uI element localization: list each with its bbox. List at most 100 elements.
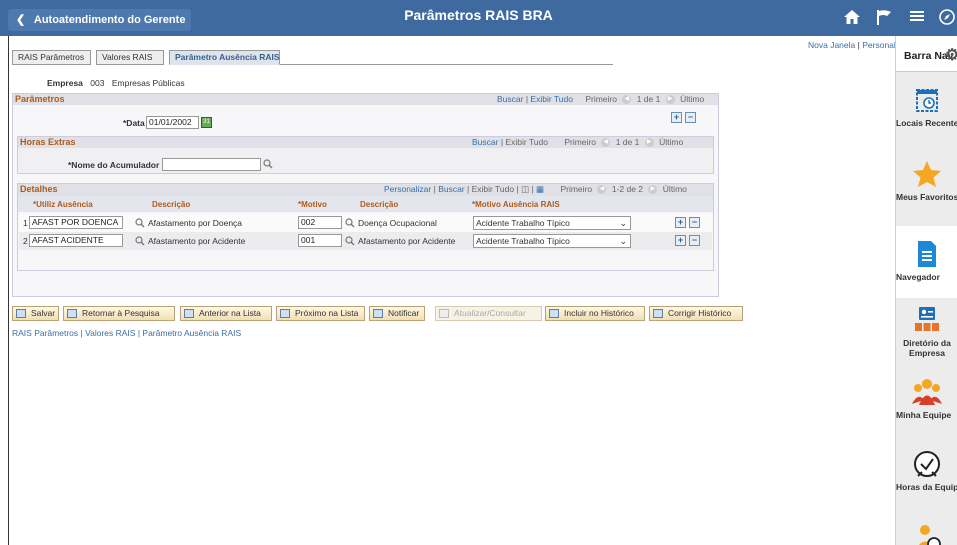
new-window-link[interactable]: Nova Janela: [808, 40, 855, 50]
horas-show-all-link[interactable]: Exibir Tudo: [505, 137, 548, 147]
motivo-input[interactable]: 001: [298, 234, 342, 247]
horas-counter: 1 de 1: [615, 137, 640, 147]
save-button[interactable]: Salvar: [12, 306, 59, 321]
col-motivo[interactable]: *Motivo: [298, 200, 327, 209]
include-history-button[interactable]: Incluir no Histórico: [545, 306, 645, 321]
prev-arrow-icon[interactable]: ◀: [622, 95, 632, 105]
parametros-last-link[interactable]: Último: [680, 94, 704, 104]
col-utiliz-ausencia[interactable]: *Utiliz Ausência: [33, 200, 93, 209]
parametros-first-link[interactable]: Primeiro: [585, 94, 617, 104]
home-icon[interactable]: [842, 8, 862, 28]
zoom-icon[interactable]: ◫: [521, 184, 529, 194]
acumulador-input[interactable]: [162, 158, 261, 171]
save-button-label: Salvar: [31, 308, 56, 318]
utiliz-ausencia-input[interactable]: AFAST ACIDENTE: [29, 234, 123, 247]
delete-row-button[interactable]: −: [689, 235, 700, 246]
link-separator: |: [857, 40, 860, 50]
top-header-bar: ❮ Autoatendimento do Gerente Parâmetros …: [0, 0, 957, 36]
col-descricao-2[interactable]: Descrição: [360, 200, 398, 209]
correct-history-button[interactable]: Corrigir Histórico: [649, 306, 743, 321]
lookup-icon[interactable]: [345, 218, 355, 228]
tile-minha-equipe[interactable]: Minha Equipe: [896, 378, 957, 438]
detalhes-counter: 1-2 de 2: [611, 184, 644, 194]
delete-row-button[interactable]: −: [685, 112, 696, 123]
prev-arrow-icon[interactable]: ◀: [597, 185, 607, 195]
lookup-icon[interactable]: [263, 159, 273, 169]
lookup-icon[interactable]: [135, 218, 145, 228]
grid-header-row: *Utiliz Ausência Descrição *Motivo Descr…: [18, 196, 713, 212]
tab-rais-parametros[interactable]: RAIS Parâmetros: [12, 50, 91, 65]
next-in-list-button[interactable]: Próximo na Lista: [276, 306, 365, 321]
previous-button-label: Anterior na Lista: [199, 308, 261, 318]
tile-navegador[interactable]: Navegador: [896, 226, 957, 298]
horas-extras-section: Horas Extras Buscar | Exibir Tudo Primei…: [17, 136, 714, 174]
col-descricao-1[interactable]: Descrição: [152, 200, 190, 209]
empresa-info: Empresa 003 Empresas Públicas: [47, 78, 185, 88]
prev-arrow-icon[interactable]: ◀: [601, 138, 611, 148]
parametros-search-link[interactable]: Buscar: [497, 94, 523, 104]
tile-more[interactable]: [896, 524, 957, 545]
add-row-button[interactable]: +: [675, 217, 686, 228]
clock-icon: [914, 451, 940, 477]
nav-bar-title: Barra Nav ⚙: [896, 36, 957, 72]
previous-in-list-button[interactable]: Anterior na Lista: [180, 306, 272, 321]
next-arrow-icon[interactable]: ▶: [665, 95, 675, 105]
lookup-icon[interactable]: [345, 236, 355, 246]
motivo-ausencia-rais-select[interactable]: Acidente Trabalho Típico ⌄: [473, 216, 631, 230]
col-motivo-ausencia-rais[interactable]: *Motivo Ausência RAIS: [472, 200, 560, 209]
motivo-input[interactable]: 002: [298, 216, 342, 229]
calendar-icon[interactable]: 31: [201, 117, 212, 128]
detalhes-search-link[interactable]: Buscar: [438, 184, 464, 194]
top-links: Nova Janela | Personalizar Página: [808, 40, 895, 50]
descricao-1-cell: Afastamento por Doença: [148, 218, 243, 228]
lookup-icon[interactable]: [135, 236, 145, 246]
tile-meus-favoritos[interactable]: Meus Favoritos: [896, 160, 957, 212]
download-grid-icon[interactable]: ▦: [536, 184, 544, 194]
descricao-2-cell: Doença Ocupacional: [358, 218, 437, 228]
flag-icon[interactable]: [874, 8, 894, 28]
tile-locais-recentes[interactable]: Locais Recentes: [896, 86, 957, 146]
update-button-label: Atualizar/Consultar: [454, 308, 526, 318]
footer-link-parametro-ausencia[interactable]: Parâmetro Ausência RAIS: [142, 328, 241, 338]
parametros-counter: 1 de 1: [636, 94, 661, 104]
motivo-ausencia-rais-select[interactable]: Acidente Trabalho Típico ⌄: [473, 234, 631, 248]
next-arrow-icon[interactable]: ▶: [644, 138, 654, 148]
detalhes-first-link[interactable]: Primeiro: [560, 184, 592, 194]
tile-diretorio-empresa[interactable]: Diretório da Empresa: [896, 306, 957, 376]
personalize-page-link[interactable]: Personalizar Página: [862, 40, 895, 50]
tile-horas-equipe[interactable]: Horas da Equipe: [896, 450, 957, 510]
horas-last-link[interactable]: Último: [659, 137, 683, 147]
tile-label: Horas da Equipe: [896, 482, 957, 492]
horas-extras-controls: Buscar | Exibir Tudo Primeiro ◀ 1 de 1 ▶…: [472, 137, 684, 148]
tab-underline: [280, 64, 613, 65]
data-efetiva-input[interactable]: 01/01/2002: [146, 116, 199, 129]
delete-row-button[interactable]: −: [689, 217, 700, 228]
notify-button[interactable]: Notificar: [369, 306, 425, 321]
gear-icon[interactable]: ⚙: [945, 45, 957, 65]
horas-first-link[interactable]: Primeiro: [564, 137, 596, 147]
horas-search-link[interactable]: Buscar: [472, 137, 498, 147]
tile-label: Locais Recentes: [896, 118, 957, 128]
add-row-button[interactable]: +: [671, 112, 682, 123]
compass-icon[interactable]: [937, 8, 957, 28]
menu-icon[interactable]: [907, 8, 927, 28]
horas-extras-title: Horas Extras: [20, 137, 76, 147]
tile-label: Navegador: [896, 272, 940, 282]
utiliz-ausencia-input[interactable]: AFAST POR DOENCA: [29, 216, 123, 229]
descricao-2-cell: Afastamento por Acidente: [358, 236, 456, 246]
add-row-button[interactable]: +: [675, 235, 686, 246]
star-icon: [913, 161, 941, 187]
parametros-show-all-link[interactable]: Exibir Tudo: [530, 94, 573, 104]
detalhes-last-link[interactable]: Último: [663, 184, 687, 194]
document-icon: [918, 241, 936, 267]
chevron-left-icon: ❮: [16, 14, 26, 26]
footer-link-rais-parametros[interactable]: RAIS Parâmetros: [12, 328, 78, 338]
return-to-search-button[interactable]: Retornar à Pesquisa: [63, 306, 175, 321]
footer-link-valores-rais[interactable]: Valores RAIS: [85, 328, 135, 338]
next-arrow-icon[interactable]: ▶: [648, 185, 658, 195]
detalhes-show-all-link[interactable]: Exibir Tudo: [472, 184, 515, 194]
tab-valores-rais[interactable]: Valores RAIS: [96, 50, 164, 65]
tab-parametro-ausencia-rais[interactable]: Parâmetro Ausência RAIS: [169, 50, 280, 65]
detalhes-personalize-link[interactable]: Personalizar: [384, 184, 431, 194]
back-button[interactable]: ❮ Autoatendimento do Gerente: [8, 9, 191, 31]
